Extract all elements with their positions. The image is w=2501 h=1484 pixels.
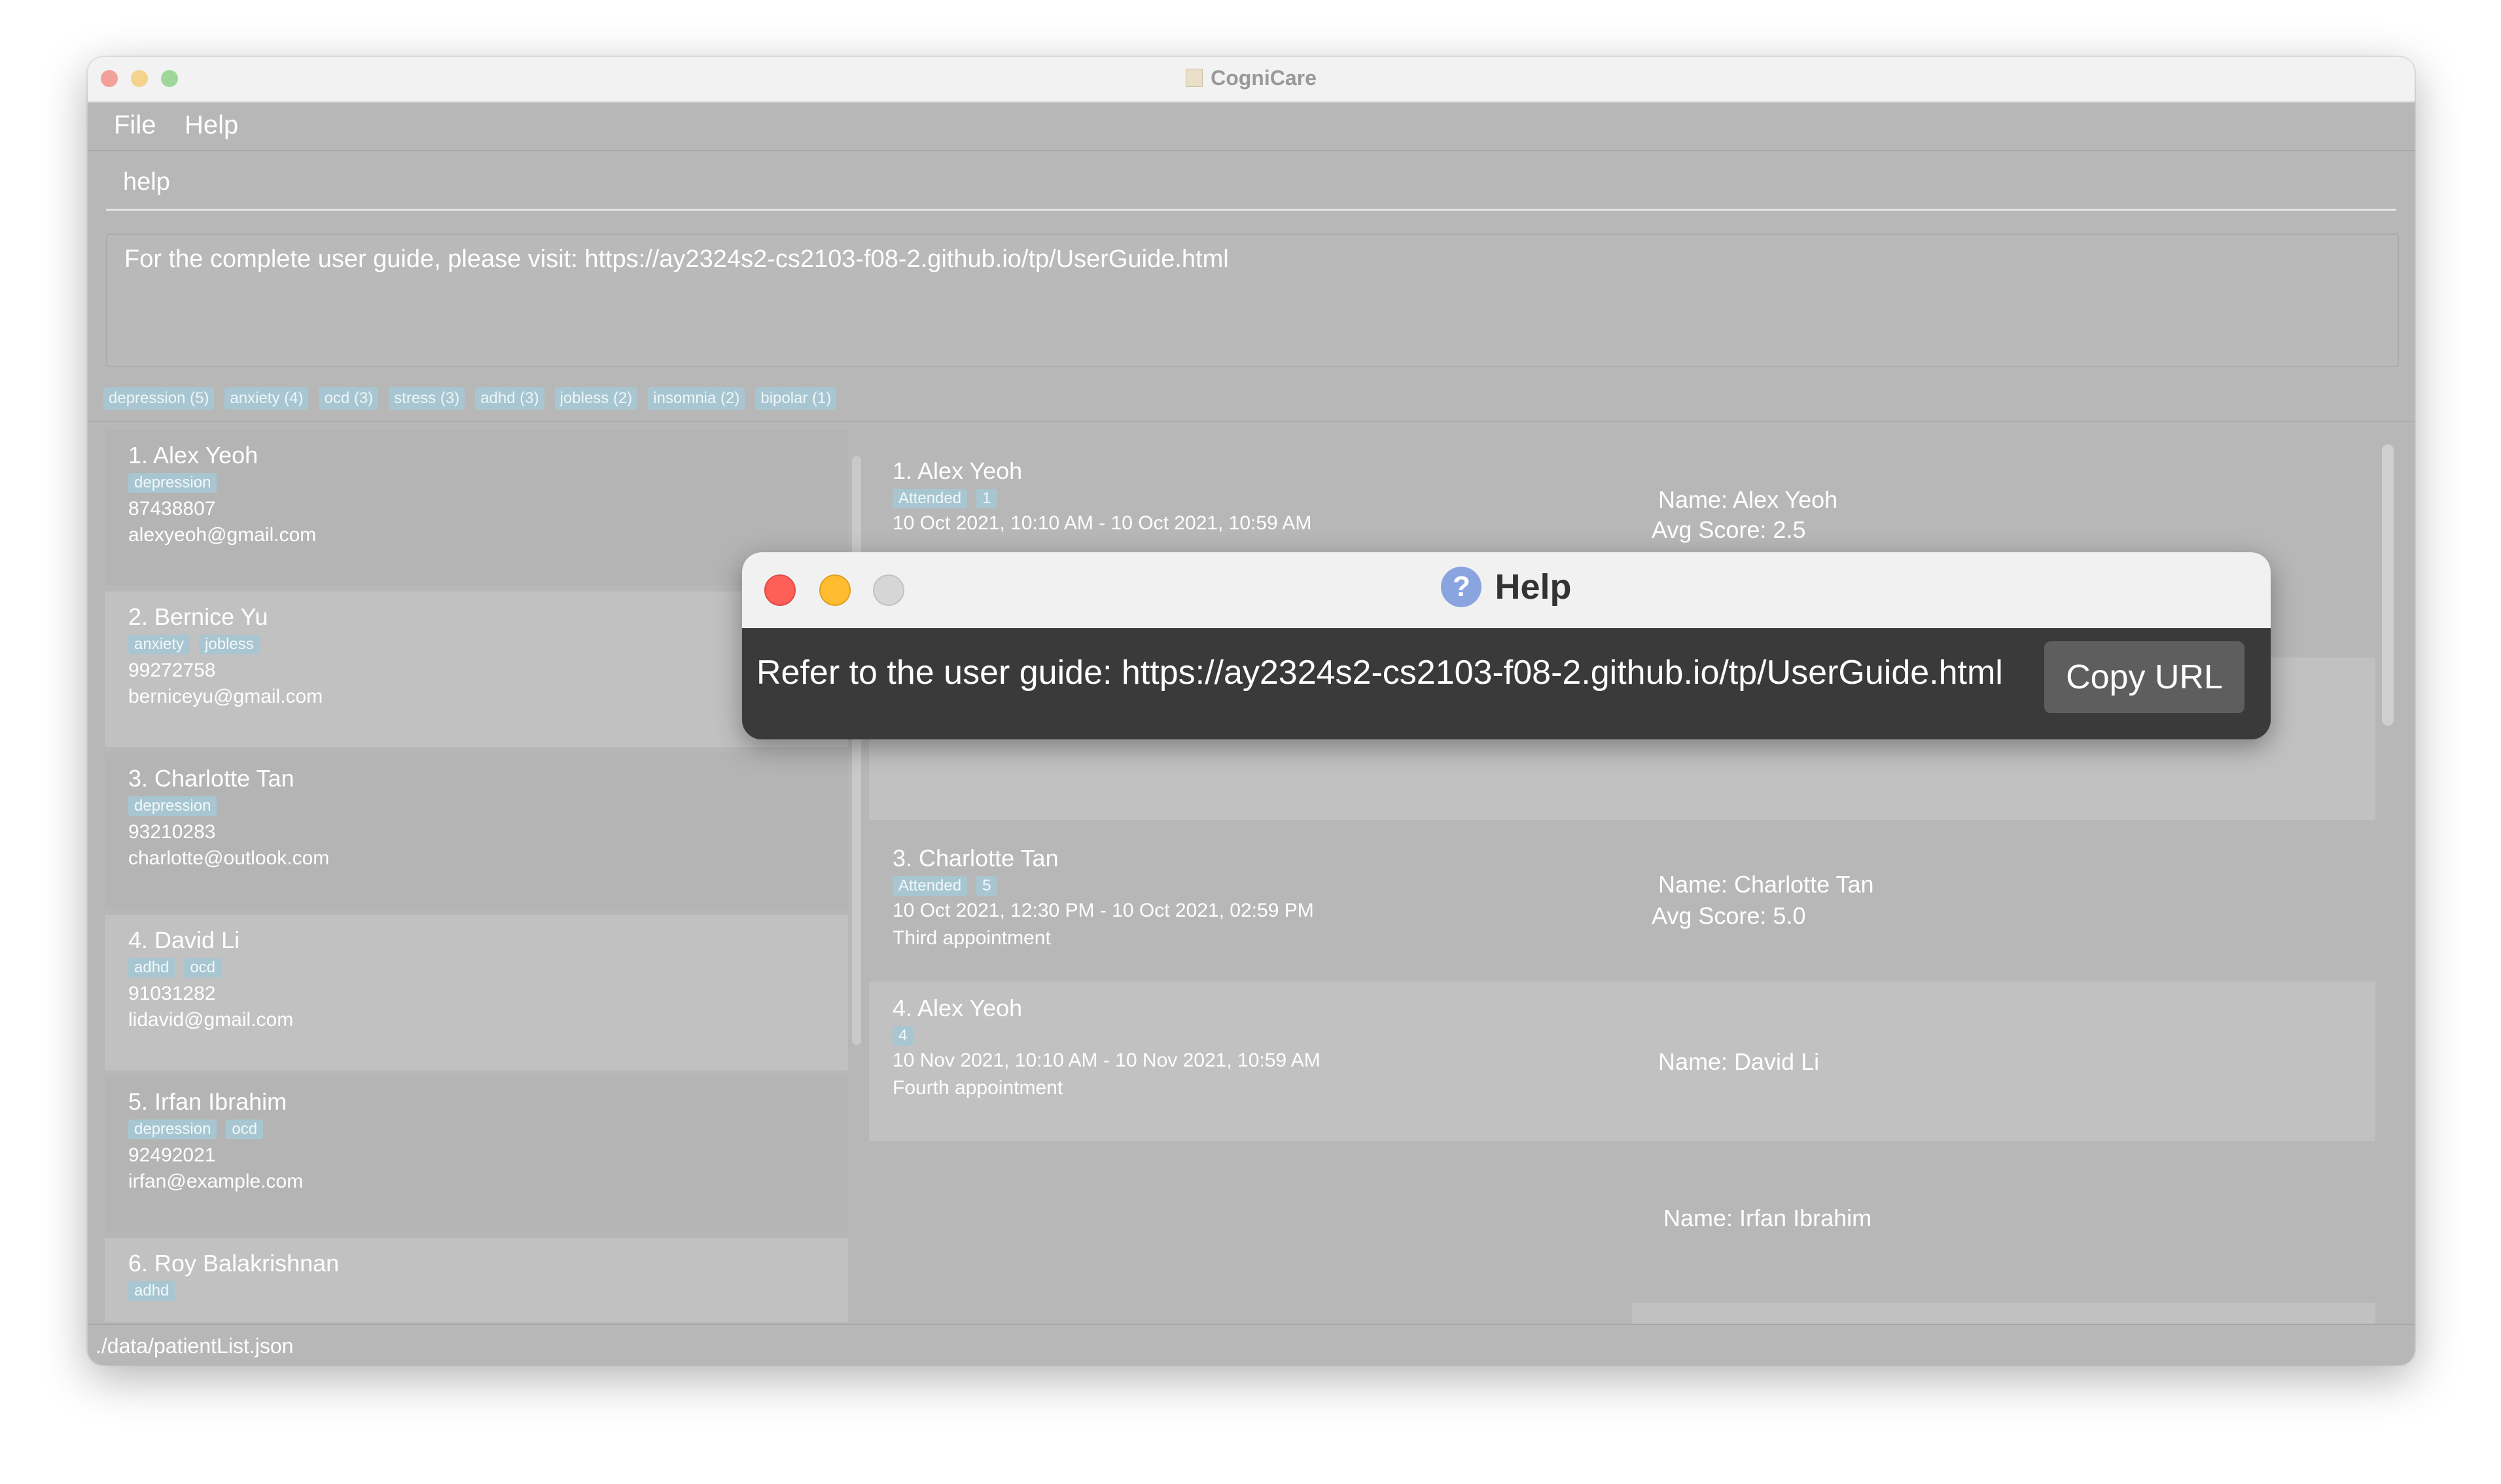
patient-name: 4. David Li	[128, 927, 240, 953]
appointment-time: 10 Oct 2021, 10:10 AM - 10 Oct 2021, 10:…	[893, 512, 1312, 534]
window-title: CogniCare	[88, 66, 2415, 90]
patient-card[interactable]: 4. David Li adhd ocd 91031282 lidavid@gma…	[105, 915, 848, 1070]
menu-bar: File Help	[88, 103, 2415, 151]
patient-email: berniceyu@gmail.com	[128, 686, 323, 707]
patient-phone: 99272758	[128, 660, 216, 681]
appointment-card[interactable]: 4. Alex Yeoh 4 10 Nov 2021, 10:10 AM - 1…	[869, 981, 2375, 1141]
appointment-tag: 5	[976, 876, 997, 896]
help-dialog-title-text: Help	[1495, 567, 1572, 607]
appointment-time: 10 Nov 2021, 10:10 AM - 10 Nov 2021, 10:…	[893, 1050, 1321, 1071]
tag-chip-depression[interactable]: depression (5)	[103, 387, 215, 410]
patient-tag: depression	[128, 473, 217, 493]
patient-phone: 93210283	[128, 821, 216, 843]
patient-card[interactable]: 2. Bernice Yu anxiety jobless 99272758 be…	[105, 592, 848, 747]
avg-score: Avg Score: 5.0	[1652, 902, 1806, 929]
patient-tag: adhd	[128, 958, 175, 978]
help-dialog-title-bar: ? Help	[742, 552, 2271, 628]
tag-chip-anxiety[interactable]: anxiety (4)	[224, 387, 309, 410]
patient-card[interactable]: 6. Roy Balakrishnan adhd	[105, 1238, 848, 1322]
app-icon	[1186, 69, 1203, 87]
appointment-title: 3. Charlotte Tan	[893, 845, 1059, 872]
score-name: Name: Charlotte Tan	[1658, 871, 1874, 898]
tag-summary-bar: depression (5) anxiety (4) ocd (3) stress (…	[103, 387, 847, 414]
tag-chip-ocd[interactable]: ocd (3)	[319, 387, 379, 410]
result-display: For the complete user guide, please visi…	[106, 234, 2399, 367]
tag-chip-insomnia[interactable]: insomnia (2)	[648, 387, 745, 410]
patient-phone: 91031282	[128, 983, 216, 1004]
score-name: Name: Irfan Ibrahim	[1663, 1205, 1872, 1231]
appointment-tag: 1	[976, 489, 997, 508]
patient-list-scrollbar[interactable]	[852, 456, 861, 1045]
patient-phone: 92492021	[128, 1144, 216, 1166]
divider	[88, 421, 2415, 422]
menu-help[interactable]: Help	[185, 111, 238, 140]
help-icon: ?	[1441, 567, 1482, 607]
help-dialog: ? Help Refer to the user guide: https://a…	[742, 552, 2271, 739]
tag-chip-stress[interactable]: stress (3)	[389, 387, 465, 410]
command-input-text: help	[123, 168, 170, 196]
appointment-tag: Attended	[893, 876, 968, 896]
patient-phone: 87438807	[128, 498, 216, 520]
patient-name: 2. Bernice Yu	[128, 603, 268, 630]
help-dialog-body: Refer to the user guide: https://ay2324s…	[742, 628, 2271, 739]
help-dialog-title: ? Help	[742, 567, 2271, 607]
result-text: For the complete user guide, please visi…	[124, 245, 1229, 273]
appointment-description: Third appointment	[893, 927, 1051, 949]
appointment-description: Fourth appointment	[893, 1077, 1063, 1099]
help-message: Refer to the user guide: https://ay2324s…	[756, 654, 2003, 692]
appointment-card[interactable]: 3. Charlotte Tan Attended 5 10 Oct 2021, …	[869, 820, 2375, 980]
title-bar: CogniCare	[88, 57, 2415, 103]
score-name: Name: Alex Yeoh	[1658, 486, 1838, 513]
patient-email: lidavid@gmail.com	[128, 1009, 294, 1031]
patient-tag: depression	[128, 1120, 217, 1139]
patient-card[interactable]: 5. Irfan Ibrahim depression ocd 92492021 …	[105, 1076, 848, 1232]
command-input[interactable]: help	[106, 154, 2396, 211]
tag-chip-bipolar[interactable]: bipolar (1)	[755, 387, 837, 410]
status-bar: ./data/patientList.json	[88, 1324, 2415, 1365]
patient-name: 1. Alex Yeoh	[128, 442, 258, 468]
patient-tag: ocd	[226, 1120, 264, 1139]
copy-url-button[interactable]: Copy URL	[2044, 641, 2244, 713]
patient-tag: jobless	[199, 635, 260, 654]
patient-name: 5. Irfan Ibrahim	[128, 1088, 287, 1115]
patient-card[interactable]: 3. Charlotte Tan depression 93210283 cha…	[105, 753, 848, 909]
score-card[interactable]	[1632, 1303, 2375, 1324]
avg-score: Avg Score: 2.5	[1652, 516, 1806, 543]
patient-name: 3. Charlotte Tan	[128, 765, 294, 792]
menu-file[interactable]: File	[114, 111, 156, 140]
appointment-tag: 4	[893, 1026, 913, 1046]
patient-tag: adhd	[128, 1281, 175, 1301]
patient-email: alexyeoh@gmail.com	[128, 524, 317, 546]
score-card[interactable]: Name: Irfan Ibrahim	[1632, 1143, 2375, 1303]
appointment-tag: Attended	[893, 489, 968, 508]
tag-chip-adhd[interactable]: adhd (3)	[475, 387, 544, 410]
patient-tag: depression	[128, 796, 217, 816]
appointment-time: 10 Oct 2021, 12:30 PM - 10 Oct 2021, 02:…	[893, 900, 1314, 921]
window-title-text: CogniCare	[1211, 66, 1317, 90]
patient-tag: ocd	[184, 958, 222, 978]
patient-email: irfan@example.com	[128, 1171, 304, 1192]
appointment-title: 1. Alex Yeoh	[893, 457, 1023, 484]
patient-email: charlotte@outlook.com	[128, 847, 330, 869]
patient-tag: anxiety	[128, 635, 190, 654]
patient-name: 6. Roy Balakrishnan	[128, 1250, 340, 1277]
appointment-list-scrollbar[interactable]	[2382, 444, 2394, 726]
data-file-path: ./data/patientList.json	[96, 1334, 294, 1358]
score-name: Name: David Li	[1658, 1048, 1820, 1075]
tag-chip-jobless[interactable]: jobless (2)	[554, 387, 638, 410]
appointment-title: 4. Alex Yeoh	[893, 995, 1023, 1021]
patient-card[interactable]: 1. Alex Yeoh depression 87438807 alexyeo…	[105, 430, 848, 586]
